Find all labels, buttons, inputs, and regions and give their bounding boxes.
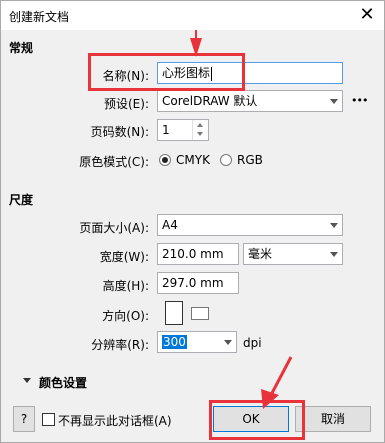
section-color-settings-heading[interactable]: 颜色设置 [39, 374, 87, 391]
width-label: 宽度(W): [99, 250, 149, 264]
expand-chevron-icon[interactable] [23, 378, 31, 383]
resolution-value: 300 [162, 335, 187, 349]
page-size-label: 页面大小(A): [79, 221, 149, 235]
close-icon[interactable]: ✕ [356, 4, 378, 26]
landscape-orientation-icon[interactable] [191, 307, 209, 320]
cmyk-label: CMYK [176, 153, 210, 167]
cmyk-radio[interactable] [159, 154, 171, 166]
chevron-down-icon [330, 223, 338, 228]
section-dimensions-heading: 尺度 [9, 193, 34, 207]
width-value: 210.0 mm [162, 247, 224, 261]
resolution-unit: dpi [243, 336, 262, 350]
resolution-dropdown[interactable]: 300 [157, 331, 237, 353]
pages-stepper[interactable]: 1 [157, 119, 209, 141]
preset-value: CorelDRAW 默认 [162, 94, 258, 108]
create-new-document-dialog: 创建新文档 ✕ 常规 名称(N): 心形图标 预设(E): CorelDRAW … [0, 0, 385, 443]
page-size-value: A4 [162, 218, 178, 232]
up-arrow-icon [197, 123, 203, 127]
portrait-orientation-icon[interactable] [165, 301, 183, 325]
resolution-label: 分辨率(R): [91, 338, 149, 352]
chevron-down-icon [224, 340, 232, 345]
color-mode-label: 原色模式(C): [79, 155, 149, 169]
dont-show-label[interactable]: 不再显示此对话框(A) [58, 412, 172, 429]
annotation-highlight-name [88, 53, 245, 91]
orientation-label: 方向(O): [102, 309, 149, 323]
chevron-down-icon [330, 99, 338, 104]
units-value: 毫米 [248, 247, 273, 261]
pages-value: 1 [162, 123, 170, 137]
page-size-dropdown[interactable]: A4 [157, 214, 343, 236]
dialog-title: 创建新文档 [9, 10, 70, 24]
height-input[interactable]: 297.0 mm [157, 272, 239, 294]
annotation-arrow-ok [261, 356, 293, 409]
section-general-heading: 常规 [9, 41, 34, 55]
rgb-radio[interactable] [220, 154, 232, 166]
chevron-down-icon [330, 252, 338, 257]
width-input[interactable]: 210.0 mm [157, 243, 239, 265]
title-bar: 创建新文档 ✕ [1, 1, 384, 30]
preset-dropdown[interactable]: CorelDRAW 默认 [157, 90, 343, 112]
help-button[interactable]: ? [13, 406, 35, 432]
annotation-arrow-top [190, 30, 202, 57]
dont-show-checkbox[interactable] [42, 413, 55, 426]
preset-label: 预设(E): [104, 97, 149, 111]
height-label: 高度(H): [102, 279, 149, 293]
more-options-icon[interactable]: ••• [351, 94, 368, 107]
units-dropdown[interactable]: 毫米 [243, 243, 343, 265]
rgb-label: RGB [237, 153, 263, 167]
down-arrow-icon [197, 132, 203, 136]
cancel-button[interactable]: 取消 [295, 406, 371, 432]
pages-spin-buttons[interactable] [192, 120, 208, 140]
height-value: 297.0 mm [162, 276, 224, 290]
pages-label: 页码数(N): [90, 125, 149, 139]
